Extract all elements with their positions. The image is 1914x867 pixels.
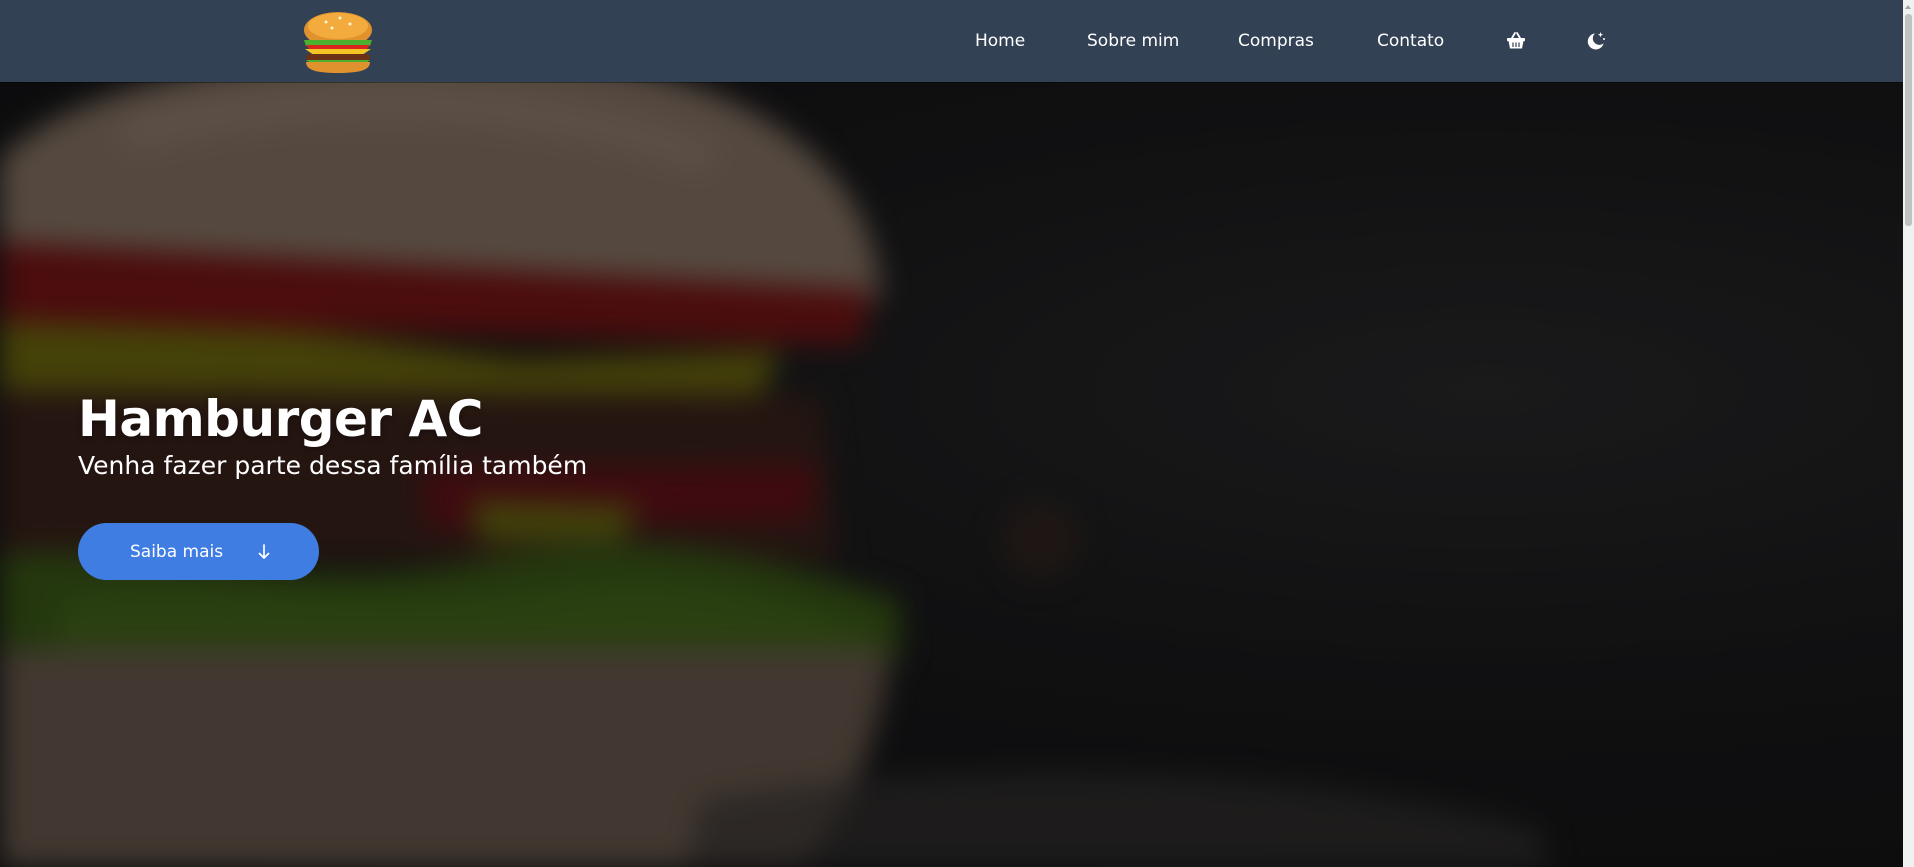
scroll-up-arrow-icon[interactable] (1905, 5, 1911, 9)
moon-stars-icon[interactable] (1585, 30, 1607, 52)
saiba-mais-button[interactable]: Saiba mais (78, 523, 319, 580)
nav-link-compras[interactable]: Compras (1238, 31, 1314, 51)
hero-title: Hamburger AC (78, 390, 483, 448)
arrow-down-icon (258, 543, 270, 559)
hero-subtitle: Venha fazer parte dessa família também (78, 451, 588, 480)
navbar: Home Sobre mim Compras Contato (0, 0, 1903, 82)
page-scrollbar[interactable] (1903, 0, 1914, 867)
basket-icon[interactable] (1505, 30, 1527, 52)
hero-text: Hamburger AC Venha fazer parte dessa fam… (78, 388, 587, 482)
hamburger-logo-icon[interactable] (300, 8, 376, 74)
nav-link-sobre-mim[interactable]: Sobre mim (1087, 31, 1179, 51)
nav-link-contato[interactable]: Contato (1377, 31, 1444, 51)
saiba-mais-label: Saiba mais (130, 541, 224, 562)
nav-link-home[interactable]: Home (975, 31, 1025, 51)
scrollbar-thumb[interactable] (1905, 14, 1912, 226)
